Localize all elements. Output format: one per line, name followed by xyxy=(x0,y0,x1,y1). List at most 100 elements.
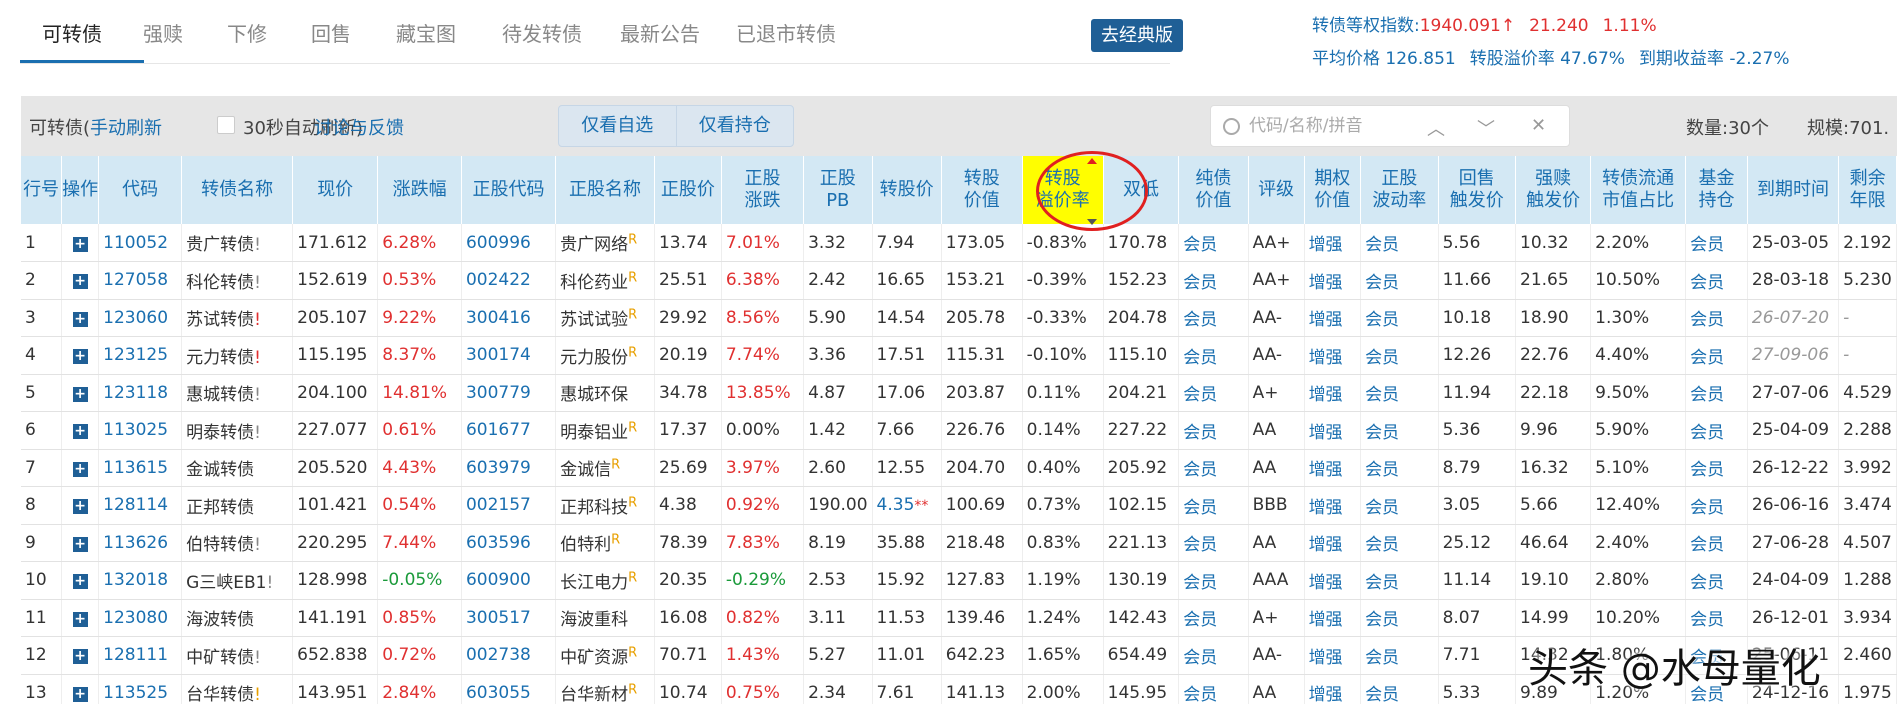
stock-code[interactable]: 603055 xyxy=(461,674,557,704)
member-link[interactable]: 会员 xyxy=(1360,486,1439,525)
stock-code[interactable]: 002157 xyxy=(461,486,557,525)
enhanced-link[interactable]: 增强 xyxy=(1304,449,1362,487)
stock-code[interactable]: 002422 xyxy=(461,261,557,300)
table-row[interactable]: 10 +132018 G三峡EB1! 128.998 -0.05% 600900 长江电力R… xyxy=(21,561,1897,600)
column-header[interactable]: 涨跌幅 xyxy=(377,156,462,224)
bond-code[interactable]: 113525 xyxy=(98,674,183,704)
tab-putback[interactable]: 回售 xyxy=(311,18,351,47)
enhanced-link[interactable]: 增强 xyxy=(1304,411,1362,450)
expand-plus-icon[interactable]: + xyxy=(72,649,88,665)
stock-code[interactable]: 002738 xyxy=(461,636,557,675)
column-header[interactable]: 强赎 触发价 xyxy=(1515,156,1592,224)
table-row[interactable]: 7 +113615 金诚转债 205.520 4.43% 603979 金诚信R 25.69 3… xyxy=(21,449,1897,487)
column-header[interactable]: 到期时间 xyxy=(1747,156,1840,224)
discussion-link[interactable]: 讨论与反馈 xyxy=(314,114,404,140)
column-header[interactable]: 正股价 xyxy=(654,156,722,224)
expand-plus-icon[interactable]: + xyxy=(72,386,88,402)
member-link[interactable]: 会员 xyxy=(1178,599,1249,637)
bond-code[interactable]: 123125 xyxy=(98,336,183,375)
member-link[interactable]: 会员 xyxy=(1360,449,1439,487)
row-action[interactable]: + xyxy=(61,486,100,525)
member-link[interactable]: 会员 xyxy=(1178,674,1249,704)
bond-code[interactable]: 127058 xyxy=(98,261,183,300)
expand-plus-icon[interactable]: + xyxy=(72,574,88,590)
tab-latest-announcements[interactable]: 最新公告 xyxy=(620,18,700,47)
row-action[interactable]: + xyxy=(61,374,100,412)
stock-code[interactable]: 601677 xyxy=(461,411,557,450)
member-link[interactable]: 会员 xyxy=(1685,336,1748,375)
search-input[interactable] xyxy=(1249,114,1409,138)
member-link[interactable]: 会员 xyxy=(1360,261,1439,300)
table-row[interactable]: 3 +123060 苏试转债! 205.107 9.22% 300416 苏试试验R 29.9… xyxy=(21,299,1897,337)
table-row[interactable]: 9 +113626 伯特转债! 220.295 7.44% 603596 伯特利R 78.39… xyxy=(21,524,1897,562)
column-header[interactable]: 回售 触发价 xyxy=(1438,156,1517,224)
column-header[interactable]: 正股名称 xyxy=(555,156,655,224)
enhanced-link[interactable]: 增强 xyxy=(1304,524,1362,562)
bond-name[interactable]: 惠城转债! xyxy=(181,374,294,412)
stock-code[interactable]: 300779 xyxy=(461,374,557,412)
enhanced-link[interactable]: 增强 xyxy=(1304,336,1362,375)
member-link[interactable]: 会员 xyxy=(1685,561,1748,600)
bond-code[interactable]: 128114 xyxy=(98,486,183,525)
column-header[interactable]: 现价 xyxy=(292,156,379,224)
column-header[interactable]: 正股 波动率 xyxy=(1360,156,1439,224)
enhanced-link[interactable]: 增强 xyxy=(1304,224,1362,262)
member-link[interactable]: 会员 xyxy=(1360,674,1439,704)
bond-name[interactable]: 苏试转债! xyxy=(181,299,294,337)
row-action[interactable]: + xyxy=(61,411,100,450)
enhanced-link[interactable]: 增强 xyxy=(1304,561,1362,600)
member-link[interactable]: 会员 xyxy=(1360,224,1439,262)
bond-name[interactable]: 元力转债! xyxy=(181,336,294,375)
stock-code[interactable]: 603596 xyxy=(461,524,557,562)
tab-downward-revision[interactable]: 下修 xyxy=(227,18,267,47)
bond-name[interactable]: G三峡EB1! xyxy=(181,561,294,600)
bond-name[interactable]: 科伦转债! xyxy=(181,261,294,300)
table-row[interactable]: 1 +110052 贵广转债! 171.612 6.28% 600996 贵广网络R 13.7… xyxy=(21,224,1897,262)
bond-code[interactable]: 110052 xyxy=(98,224,183,262)
member-link[interactable]: 会员 xyxy=(1178,224,1249,262)
bond-code[interactable]: 113615 xyxy=(98,449,183,487)
member-link[interactable]: 会员 xyxy=(1360,561,1439,600)
member-link[interactable]: 会员 xyxy=(1685,599,1748,637)
column-header[interactable]: 转股价 xyxy=(872,156,942,224)
bond-code[interactable]: 123060 xyxy=(98,299,183,337)
column-header[interactable]: 剩余 年限 xyxy=(1838,156,1897,224)
member-link[interactable]: 会员 xyxy=(1360,374,1439,412)
expand-plus-icon[interactable]: + xyxy=(72,236,88,252)
member-link[interactable]: 会员 xyxy=(1685,486,1748,525)
stock-code[interactable]: 300174 xyxy=(461,336,557,375)
expand-plus-icon[interactable]: + xyxy=(72,424,88,440)
member-link[interactable]: 会员 xyxy=(1178,261,1249,300)
member-link[interactable]: 会员 xyxy=(1360,636,1439,675)
column-header[interactable]: 期权 价值 xyxy=(1304,156,1362,224)
table-row[interactable]: 11 +123080 海波转债 141.191 0.85% 300517 海波重科 16.08… xyxy=(21,599,1897,637)
row-action[interactable]: + xyxy=(61,524,100,562)
row-action[interactable]: + xyxy=(61,299,100,337)
column-header[interactable]: 代码 xyxy=(98,156,183,224)
member-link[interactable]: 会员 xyxy=(1178,636,1249,675)
enhanced-link[interactable]: 增强 xyxy=(1304,599,1362,637)
column-header[interactable]: 正股代码 xyxy=(461,156,557,224)
column-header[interactable]: 评级 xyxy=(1248,156,1305,224)
row-action[interactable]: + xyxy=(61,561,100,600)
member-link[interactable]: 会员 xyxy=(1178,561,1249,600)
bond-code[interactable]: 123118 xyxy=(98,374,183,412)
member-link[interactable]: 会员 xyxy=(1178,299,1249,337)
bond-code[interactable]: 128111 xyxy=(98,636,183,675)
bond-name[interactable]: 伯特转债! xyxy=(181,524,294,562)
sort-descending-icon[interactable] xyxy=(1087,219,1097,225)
row-action[interactable]: + xyxy=(61,336,100,375)
member-link[interactable]: 会员 xyxy=(1360,524,1439,562)
column-header[interactable]: 正股 PB xyxy=(803,156,873,224)
member-link[interactable]: 会员 xyxy=(1360,299,1439,337)
member-link[interactable]: 会员 xyxy=(1178,411,1249,450)
bond-code[interactable]: 132018 xyxy=(98,561,183,600)
tab-convertible-bonds[interactable]: 可转债 xyxy=(42,18,102,47)
member-link[interactable]: 会员 xyxy=(1685,224,1748,262)
member-link[interactable]: 会员 xyxy=(1360,599,1439,637)
member-link[interactable]: 会员 xyxy=(1685,524,1748,562)
tab-treasure-map[interactable]: 藏宝图 xyxy=(396,18,456,47)
column-header[interactable]: 操作 xyxy=(61,156,100,224)
only-holdings-button[interactable]: 仅看持仓 xyxy=(675,106,794,146)
chevron-down-icon[interactable]: ﹀ xyxy=(1477,115,1495,141)
